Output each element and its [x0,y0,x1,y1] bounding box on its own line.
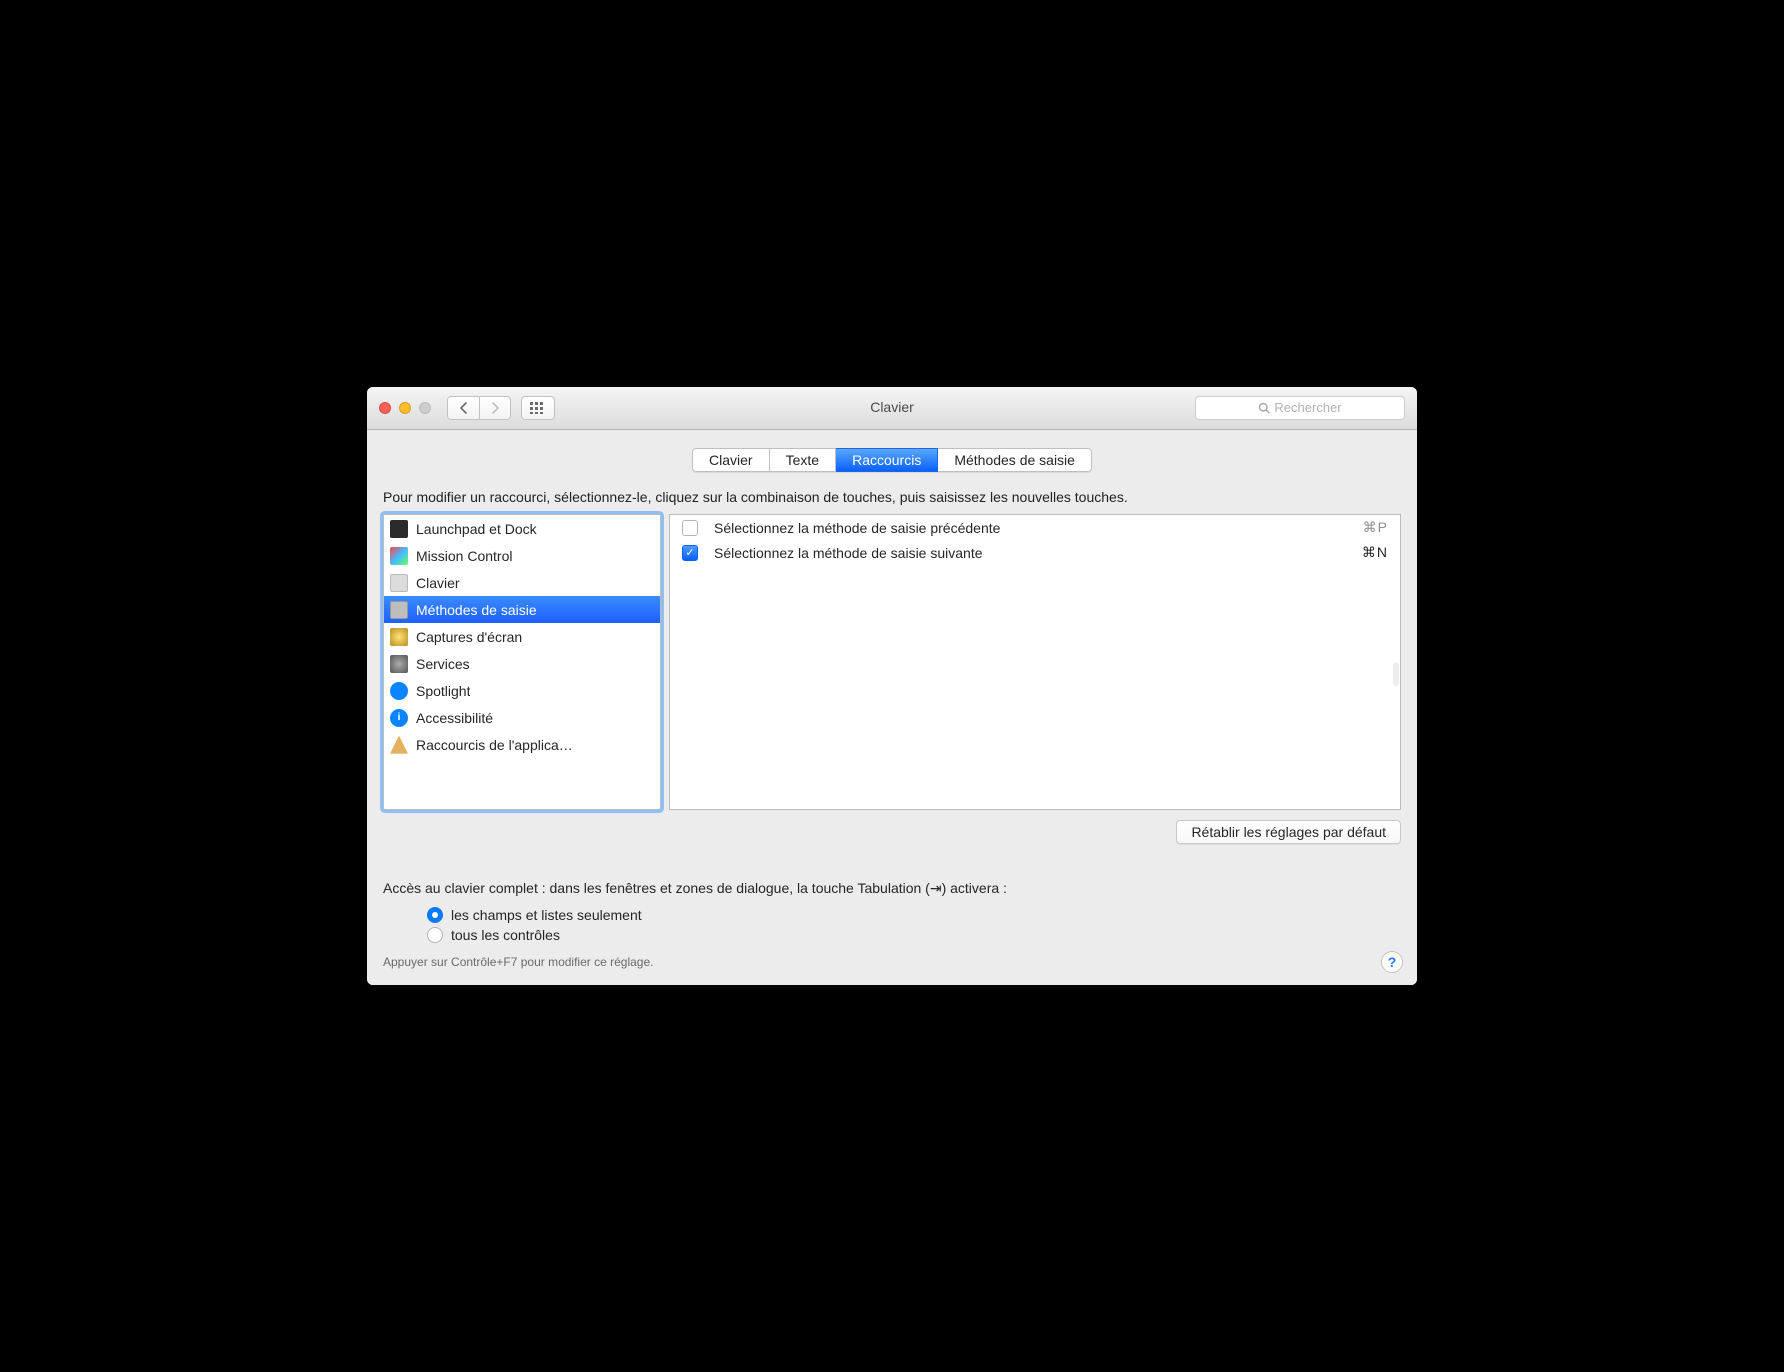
full-access-heading: Accès au clavier complet : dans les fenê… [383,880,1401,897]
mission-icon [390,547,408,565]
sidebar-item-label: Clavier [416,575,460,591]
help-button[interactable]: ? [1381,951,1403,973]
tab-m-thodes-de-saisie[interactable]: Méthodes de saisie [938,448,1092,472]
nav-buttons [447,396,511,420]
preferences-window: Clavier Rechercher ClavierTexteRaccourci… [367,387,1417,985]
sidebar-item-3[interactable]: Méthodes de saisie [384,596,660,623]
shortcut-keys[interactable]: ⌘N [1362,544,1388,561]
scrollbar-thumb[interactable] [1393,662,1399,686]
shortcut-label: Sélectionnez la méthode de saisie suivan… [714,545,983,561]
search-icon [1258,402,1270,414]
search-field[interactable]: Rechercher [1195,396,1405,420]
sidebar-item-label: Accessibilité [416,710,493,726]
sidebar-item-1[interactable]: Mission Control [384,542,660,569]
chevron-left-icon [459,402,469,414]
minimize-window-button[interactable] [399,402,411,414]
sidebar-item-8[interactable]: Raccourcis de l'applica… [384,731,660,758]
launchpad-icon [390,520,408,538]
category-sidebar[interactable]: Launchpad et Dock Mission Control Clavier M… [383,514,661,810]
app-icon [390,736,408,754]
tab-texte[interactable]: Texte [770,448,836,472]
input-icon [390,601,408,619]
show-all-button[interactable] [521,396,555,420]
forward-button [479,396,511,420]
zoom-window-button [419,402,431,414]
services-icon [390,655,408,673]
radio-button[interactable] [427,927,443,943]
search-placeholder: Rechercher [1274,400,1341,415]
segmented-control: ClavierTexteRaccourcisMéthodes de saisie [692,448,1092,472]
instructions-text: Pour modifier un raccourci, sélectionnez… [383,488,1401,506]
content: ClavierTexteRaccourcisMéthodes de saisie… [367,430,1417,985]
full-access-hint: Appuyer sur Contrôle+F7 pour modifier ce… [383,955,1401,969]
access-icon: i [390,709,408,727]
shortcut-checkbox[interactable] [682,520,698,536]
close-window-button[interactable] [379,402,391,414]
sidebar-item-0[interactable]: Launchpad et Dock [384,515,660,542]
shortcut-list[interactable]: Sélectionnez la méthode de saisie précéd… [669,514,1401,810]
titlebar: Clavier Rechercher [367,387,1417,430]
shortcut-label: Sélectionnez la méthode de saisie précéd… [714,520,1000,536]
sidebar-item-4[interactable]: Captures d'écran [384,623,660,650]
full-keyboard-access: Accès au clavier complet : dans les fenê… [383,880,1401,969]
sidebar-item-5[interactable]: Services [384,650,660,677]
keyboard-icon [390,574,408,592]
sidebar-item-label: Raccourcis de l'applica… [416,737,573,753]
tab-raccourcis[interactable]: Raccourcis [836,448,938,472]
tabs: ClavierTexteRaccourcisMéthodes de saisie [383,448,1401,472]
radio-label: tous les contrôles [451,927,560,943]
sidebar-item-2[interactable]: Clavier [384,569,660,596]
radio-button[interactable] [427,907,443,923]
sidebar-item-7[interactable]: i Accessibilité [384,704,660,731]
radio-option-1[interactable]: tous les contrôles [427,927,1401,943]
screenshot-icon [390,628,408,646]
sidebar-item-label: Services [416,656,470,672]
sidebar-item-label: Captures d'écran [416,629,522,645]
back-button[interactable] [447,396,479,420]
grid-icon [530,402,546,414]
spotlight-icon [390,682,408,700]
tab-clavier[interactable]: Clavier [692,448,770,472]
radio-label: les champs et listes seulement [451,907,642,923]
traffic-lights [367,402,431,414]
sidebar-item-label: Méthodes de saisie [416,602,537,618]
restore-defaults-button[interactable]: Rétablir les réglages par défaut [1176,820,1401,844]
chevron-right-icon [490,402,500,414]
radio-option-0[interactable]: les champs et listes seulement [427,907,1401,923]
panes: Launchpad et Dock Mission Control Clavier M… [383,514,1401,810]
shortcut-row-1[interactable]: ✓ Sélectionnez la méthode de saisie suiva… [670,540,1400,565]
sidebar-item-label: Launchpad et Dock [416,521,537,537]
sidebar-item-6[interactable]: Spotlight [384,677,660,704]
sidebar-item-label: Spotlight [416,683,470,699]
sidebar-item-label: Mission Control [416,548,512,564]
shortcut-checkbox[interactable]: ✓ [682,545,698,561]
shortcut-keys[interactable]: ⌘P [1363,519,1388,536]
shortcut-row-0[interactable]: Sélectionnez la méthode de saisie précéd… [670,515,1400,540]
